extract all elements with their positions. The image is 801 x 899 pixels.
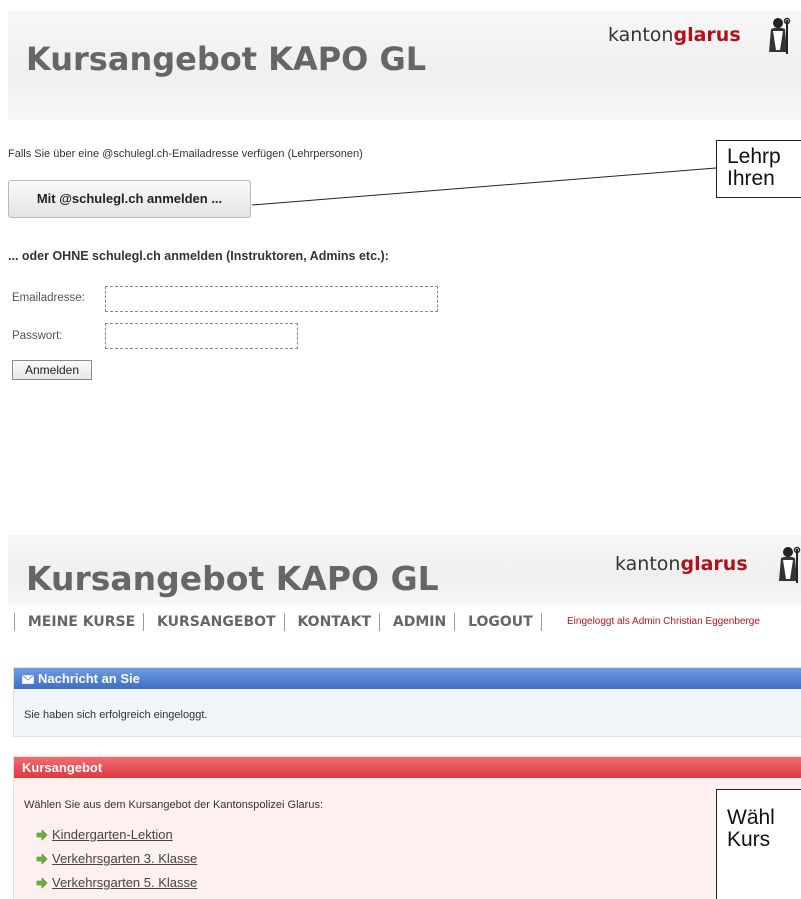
nav-item-admin[interactable]: ADMIN	[393, 614, 446, 630]
nav-item-kontakt[interactable]: KONTAKT	[297, 614, 371, 630]
course-panel-header: Kursangebot	[14, 757, 801, 778]
callout-login: Lehrp Ihren	[716, 140, 801, 198]
callout-courses: Wähl Kurs	[716, 789, 801, 899]
nav-item-meine-kurse[interactable]: MEINE KURSE	[28, 614, 135, 630]
green-arrow-icon	[36, 829, 48, 841]
brand-logo-2: kantonglarus	[615, 553, 748, 575]
page-title-2: Kursangebot KAPO GL	[26, 559, 439, 598]
message-panel-header: Nachricht an Sie	[14, 668, 801, 689]
canton-emblem-icon	[779, 546, 801, 583]
green-arrow-icon	[36, 853, 48, 865]
nav-item-kursangebot[interactable]: KURSANGEBOT	[157, 614, 276, 630]
course-link-verkehrsgarten-3[interactable]: Verkehrsgarten 3. Klasse	[52, 851, 197, 866]
header-app: Kursangebot KAPO GL kantonglarus	[8, 535, 801, 605]
nav-item-logout[interactable]: LOGOUT	[468, 614, 533, 630]
course-link-kindergarten[interactable]: Kindergarten-Lektion	[52, 827, 173, 842]
green-arrow-icon	[36, 877, 48, 889]
message-panel: Nachricht an Sie Sie haben sich erfolgre…	[13, 667, 801, 737]
main-nav: MEINE KURSE KURSANGEBOT KONTAKT ADMIN LO…	[14, 613, 550, 631]
envelope-icon	[22, 675, 34, 684]
course-link-verkehrsgarten-5[interactable]: Verkehrsgarten 5. Klasse	[52, 875, 197, 890]
logged-in-status: Eingeloggt als Admin Christian Eggenberg…	[567, 616, 760, 627]
course-intro: Wählen Sie aus dem Kursangebot der Kanto…	[24, 799, 324, 811]
message-text: Sie haben sich erfolgreich eingeloggt.	[24, 709, 208, 721]
